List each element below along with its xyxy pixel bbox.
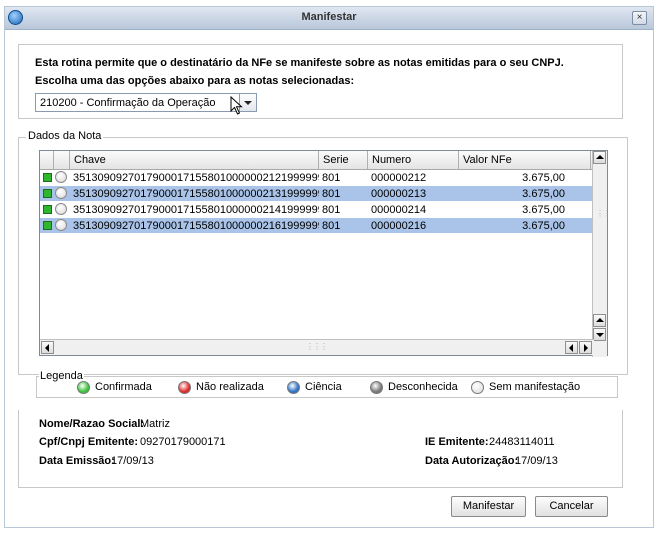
scroll-page-left-icon[interactable] xyxy=(565,341,578,354)
row-radio[interactable] xyxy=(55,219,67,231)
window-title: Manifestar xyxy=(301,11,357,23)
status-confirmada-icon xyxy=(43,205,52,214)
legend-status-icon xyxy=(178,381,191,394)
row-radio[interactable] xyxy=(55,203,67,215)
legenda-title: Legenda xyxy=(39,370,84,382)
cell-numero: 000000212 xyxy=(371,172,427,184)
legend-label: Confirmada xyxy=(95,381,152,393)
status-confirmada-icon xyxy=(43,221,52,230)
header-chave[interactable]: Chave xyxy=(70,151,319,169)
dados-nota-legend: Dados da Nota xyxy=(26,130,104,142)
cell-serie: 801 xyxy=(322,204,341,216)
scroll-down-icon[interactable] xyxy=(593,328,606,341)
manifestar-button[interactable]: Manifestar xyxy=(451,496,526,517)
cell-serie: 801 xyxy=(322,172,341,184)
cell-numero: 000000214 xyxy=(371,204,427,216)
header-valor[interactable]: Valor NFe xyxy=(459,151,591,169)
table-row[interactable]: 3513090927017900017155801000000216199999… xyxy=(40,218,607,233)
legend-status-icon xyxy=(471,381,484,394)
grid-header: Chave Serie Numero Valor NFe xyxy=(40,151,607,170)
cell-numero: 000000213 xyxy=(371,188,427,200)
table-row[interactable]: 3513090927017900017155801000000214199999… xyxy=(40,202,607,217)
table-row[interactable]: 3513090927017900017155801000000212199999… xyxy=(40,170,607,185)
operation-select-value: 210200 - Confirmação da Operação xyxy=(40,97,216,109)
header-status xyxy=(40,151,54,169)
cell-serie: 801 xyxy=(322,188,341,200)
status-confirmada-icon xyxy=(43,189,52,198)
cell-chave: 3513090927017900017155801000000214199999… xyxy=(73,204,319,216)
info-panel xyxy=(18,410,623,488)
cell-valor: 3.675,00 xyxy=(522,220,565,232)
scroll-up-icon[interactable] xyxy=(593,151,606,164)
cell-serie: 801 xyxy=(322,220,341,232)
status-confirmada-icon xyxy=(43,173,52,182)
legend-label: Ciência xyxy=(305,381,342,393)
table-row[interactable]: 3513090927017900017155801000000213199999… xyxy=(40,186,607,201)
legend-label: Não realizada xyxy=(196,381,264,393)
intro-panel: Esta rotina permite que o destinatário d… xyxy=(18,44,623,119)
header-serie[interactable]: Serie xyxy=(319,151,368,169)
scroll-left-icon[interactable] xyxy=(41,341,54,354)
mouse-cursor-icon xyxy=(230,96,243,115)
horizontal-scrollbar[interactable]: ⋮⋮⋮ xyxy=(40,339,594,355)
title-bar: Manifestar × xyxy=(5,7,653,30)
intro-description: Esta rotina permite que o destinatário d… xyxy=(35,57,564,69)
scroll-page-up-icon[interactable] xyxy=(593,314,606,327)
dados-nota-group: Dados da Nota Chave Serie Numero Valor N… xyxy=(18,130,628,375)
legend-label: Desconhecida xyxy=(388,381,458,393)
scroll-right-icon[interactable] xyxy=(579,341,592,354)
intro-instruction: Escolha uma das opções abaixo para as no… xyxy=(35,75,355,87)
cell-numero: 000000216 xyxy=(371,220,427,232)
cell-valor: 3.675,00 xyxy=(522,188,565,200)
legend-status-icon xyxy=(370,381,383,394)
scroll-grip-h-icon: ⋮⋮⋮ xyxy=(306,342,328,351)
cell-valor: 3.675,00 xyxy=(522,204,565,216)
operation-select[interactable]: 210200 - Confirmação da Operação xyxy=(35,93,257,112)
cell-chave: 3513090927017900017155801000000216199999… xyxy=(73,220,319,232)
header-numero[interactable]: Numero xyxy=(368,151,459,169)
close-button[interactable]: × xyxy=(632,11,647,25)
row-radio[interactable] xyxy=(55,171,67,183)
header-select xyxy=(54,151,70,169)
notes-grid: Chave Serie Numero Valor NFe 35130909270… xyxy=(39,150,611,357)
legend-status-icon xyxy=(287,381,300,394)
legend-status-icon xyxy=(77,381,90,394)
vertical-scrollbar[interactable]: ⋮⋮ xyxy=(592,151,611,357)
cell-valor: 3.675,00 xyxy=(522,172,565,184)
cell-chave: 3513090927017900017155801000000213199999… xyxy=(73,188,319,200)
row-radio[interactable] xyxy=(55,187,67,199)
legend-label: Sem manifestação xyxy=(489,381,581,393)
legenda-group: Legenda Confirmada Não realizada Ciência De… xyxy=(36,370,618,398)
cancelar-button[interactable]: Cancelar xyxy=(535,496,608,517)
scroll-grip-icon: ⋮⋮ xyxy=(596,209,611,218)
cell-chave: 3513090927017900017155801000000212199999… xyxy=(73,172,319,184)
